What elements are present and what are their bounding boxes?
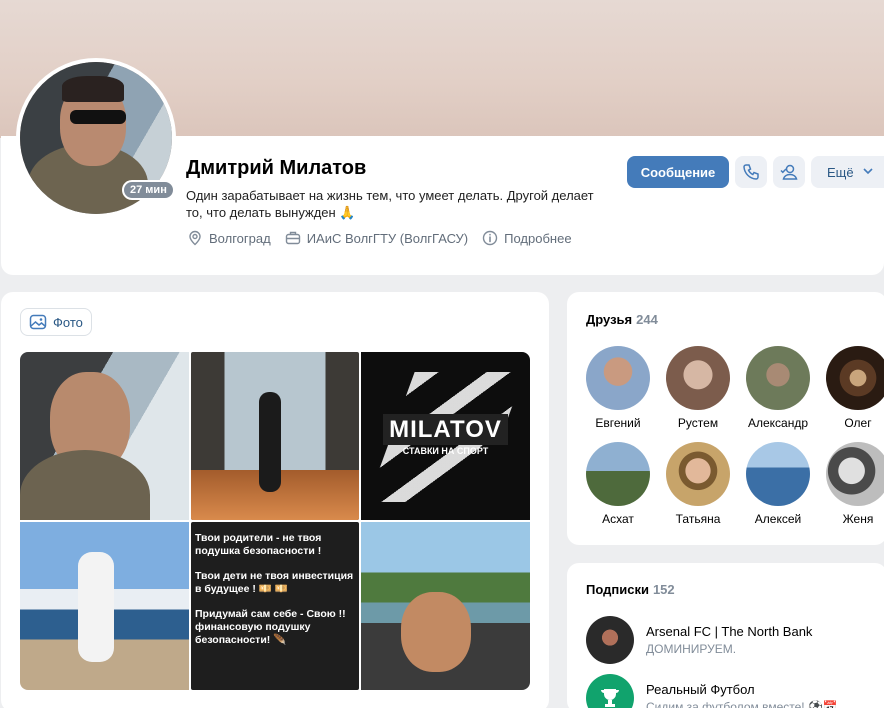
friend-item[interactable]: Евгений — [578, 346, 658, 430]
trophy-icon — [601, 689, 619, 707]
photo-thumbnail[interactable] — [20, 352, 189, 520]
briefcase-icon — [285, 231, 300, 245]
user-check-icon — [780, 164, 798, 180]
subscription-item[interactable]: Arsenal FC | The North Bank ДОМИНИРУЕМ. — [586, 616, 812, 664]
call-button[interactable] — [735, 156, 767, 188]
friend-name: Евгений — [595, 416, 641, 430]
photo-grid: MILATOV СТАВКИ НА СПОРТ Твои родители - … — [20, 352, 530, 690]
education-label: ИАиС ВолгГТУ (ВолгГАСУ) — [306, 230, 469, 246]
friends-title[interactable]: Друзья 244 — [586, 312, 658, 327]
photo-thumbnail[interactable]: MILATOV СТАВКИ НА СПОРТ — [361, 352, 530, 520]
friend-name: Александр — [747, 416, 809, 430]
last-seen-badge: 27 мин — [122, 180, 175, 200]
photo-thumbnail[interactable] — [20, 522, 189, 690]
friend-avatar — [746, 346, 810, 410]
friend-status-button[interactable] — [773, 156, 805, 188]
friend-item[interactable]: Женя — [818, 442, 884, 526]
profile-status: Один зарабатывает на жизнь тем, что умее… — [186, 188, 594, 220]
friend-avatar — [826, 442, 884, 506]
milatov-logo-subtext: СТАВКИ НА СПОРТ — [402, 446, 489, 456]
profile-name: Дмитрий Милатов — [186, 157, 367, 179]
phone-icon — [743, 164, 759, 180]
friend-item[interactable]: Александр — [738, 346, 818, 430]
friends-count: 244 — [636, 312, 658, 327]
friend-avatar — [666, 442, 730, 506]
more-button[interactable]: Ещё — [811, 156, 884, 188]
friend-avatar — [666, 346, 730, 410]
quote-line: Твои дети не твоя инвестиция в будущее !… — [195, 570, 354, 595]
friend-item[interactable]: Татьяна — [658, 442, 738, 526]
group-name: Реальный Футбол — [646, 682, 755, 697]
more-label: Ещё — [827, 164, 854, 180]
city-item[interactable]: Волгоград — [187, 230, 271, 246]
profile-meta: Волгоград ИАиС ВолгГТУ (ВолгГАСУ) Подроб… — [187, 230, 586, 246]
photo-thumbnail[interactable] — [191, 352, 359, 520]
message-button[interactable]: Сообщение — [627, 156, 729, 188]
subscriptions-title[interactable]: Подписки 152 — [586, 582, 675, 597]
milatov-logo-text: MILATOV — [383, 414, 508, 445]
subscriptions-title-label: Подписки — [586, 582, 649, 597]
friend-name: Алексей — [754, 512, 802, 526]
info-icon — [482, 230, 498, 246]
photos-tab-button[interactable]: Фото — [20, 308, 92, 336]
friend-item[interactable]: Асхат — [578, 442, 658, 526]
friend-item[interactable]: Рустем — [658, 346, 738, 430]
friend-name: Татьяна — [675, 512, 721, 526]
friend-item[interactable]: Олег — [818, 346, 884, 430]
group-description: ДОМИНИРУЕМ. — [646, 642, 737, 656]
quote-line: Придумай сам себе - Свою !! финансовую п… — [195, 608, 346, 646]
friend-name: Рустем — [677, 416, 719, 430]
friends-title-label: Друзья — [586, 312, 633, 327]
friend-avatar — [826, 346, 884, 410]
image-icon — [29, 314, 47, 330]
group-description: Сидим за футболом вместе! ⚽📅 — [646, 700, 838, 708]
location-pin-icon — [189, 230, 201, 246]
friend-name: Асхат — [602, 512, 634, 526]
group-avatar — [586, 674, 634, 708]
details-link[interactable]: Подробнее — [482, 230, 572, 246]
friend-name: Олег — [844, 416, 872, 430]
friend-avatar — [586, 346, 650, 410]
group-name: Arsenal FC | The North Bank — [646, 624, 813, 639]
group-avatar — [586, 616, 634, 664]
education-item[interactable]: ИАиС ВолгГТУ (ВолгГАСУ) — [285, 230, 468, 246]
chevron-down-icon — [862, 165, 874, 180]
city-label: Волгоград — [209, 230, 271, 246]
friend-name: Женя — [842, 512, 874, 526]
details-label: Подробнее — [504, 230, 572, 246]
photo-thumbnail[interactable]: Твои родители - не твоя подушка безопасн… — [191, 522, 359, 690]
subscription-item[interactable]: Реальный Футбол Сидим за футболом вместе… — [586, 674, 838, 708]
photo-thumbnail[interactable] — [361, 522, 530, 690]
friend-avatar — [586, 442, 650, 506]
photos-tab-label: Фото — [53, 314, 83, 330]
subscriptions-count: 152 — [652, 582, 675, 597]
friend-item[interactable]: Алексей — [738, 442, 818, 526]
quote-line: Твои родители - не твоя подушка безопасн… — [195, 532, 322, 557]
friend-avatar — [746, 442, 810, 506]
